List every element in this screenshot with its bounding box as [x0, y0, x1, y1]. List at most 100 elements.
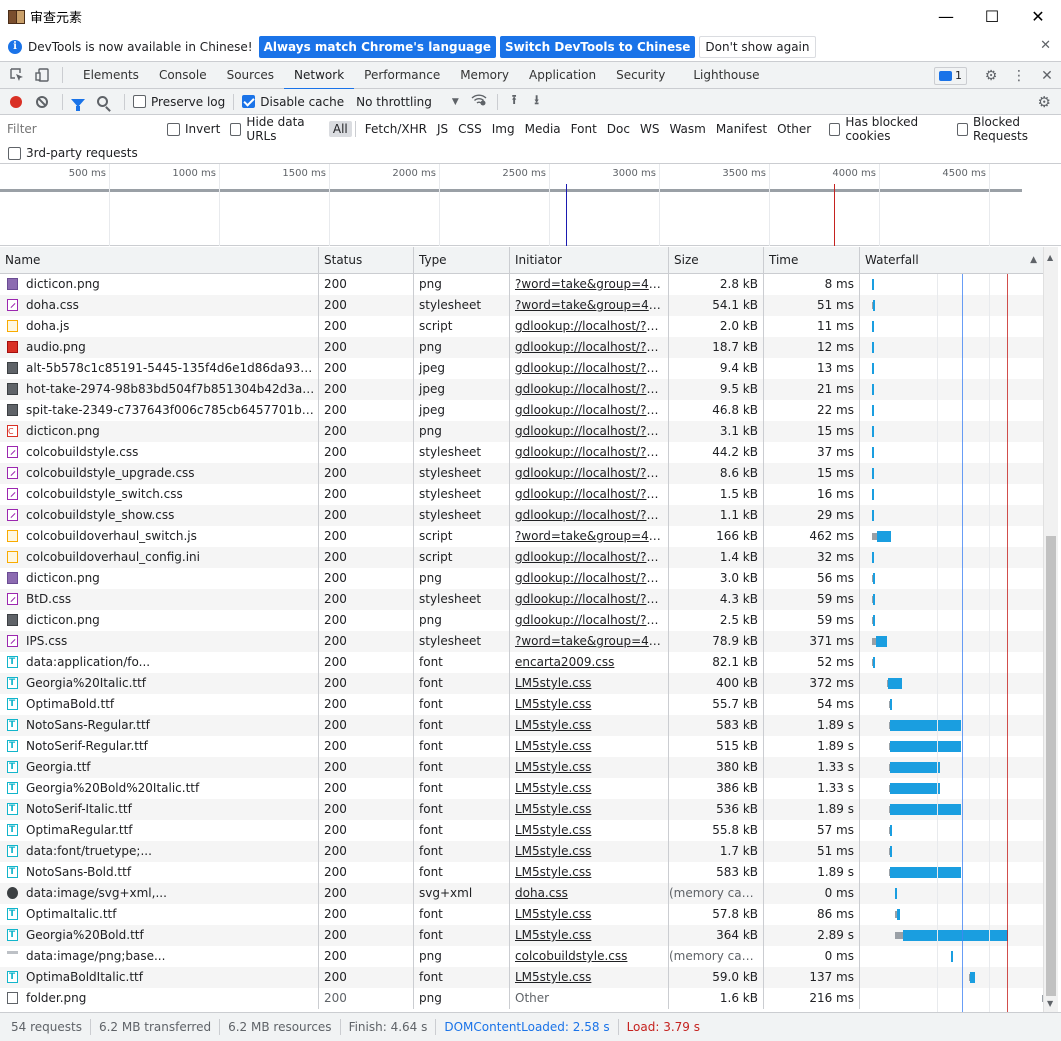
request-name-cell[interactable]: alt-5b578c1c85191-5445-135f4d6e1d86da93d…: [0, 358, 319, 379]
tab-application[interactable]: Application: [519, 62, 606, 89]
request-name-cell[interactable]: dicticon.png: [0, 421, 319, 442]
invert-box[interactable]: [167, 122, 180, 136]
has-blocked-cookies-box[interactable]: [829, 122, 841, 136]
request-name-cell[interactable]: NotoSans-Bold.ttf: [0, 862, 319, 883]
column-header-initiator[interactable]: Initiator: [510, 247, 669, 274]
table-scrollbar[interactable]: ▲ ▼: [1043, 247, 1058, 1012]
waterfall-cell[interactable]: [860, 778, 1043, 799]
request-initiator-cell[interactable]: ?word=take&group=4294...: [510, 295, 669, 316]
type-filter-doc[interactable]: Doc: [603, 121, 634, 137]
tab-lighthouse[interactable]: Lighthouse: [683, 62, 769, 89]
request-initiator-cell[interactable]: LM5style.css: [510, 841, 669, 862]
waterfall-cell[interactable]: [860, 379, 1043, 400]
request-name-cell[interactable]: IPS.css: [0, 631, 319, 652]
always-match-language-button[interactable]: Always match Chrome's language: [258, 35, 496, 58]
request-name-cell[interactable]: doha.js: [0, 316, 319, 337]
waterfall-cell[interactable]: [860, 925, 1043, 946]
clear-icon[interactable]: [36, 95, 48, 108]
request-initiator-cell[interactable]: encarta2009.css: [510, 652, 669, 673]
infobar-close-icon[interactable]: ✕: [1040, 38, 1051, 53]
settings-gear-icon[interactable]: ⚙: [977, 68, 1005, 84]
request-initiator-cell[interactable]: gdlookup://localhost/?wor...: [510, 505, 669, 526]
tab-network[interactable]: Network: [284, 62, 355, 90]
waterfall-cell[interactable]: [860, 883, 1043, 904]
table-row[interactable]: dicticon.png 200pnggdlookup://localhost/?…: [0, 610, 1043, 631]
waterfall-cell[interactable]: [860, 715, 1043, 736]
table-row[interactable]: data:image/png;base... 200 png colcobuildst…: [0, 946, 1043, 967]
request-name-cell[interactable]: data:font/truetype;...: [0, 841, 319, 862]
preserve-log-checkbox[interactable]: Preserve log: [133, 95, 225, 109]
switch-to-chinese-button[interactable]: Switch DevTools to Chinese: [499, 35, 696, 58]
sort-ascending-icon[interactable]: ▲: [1030, 247, 1037, 274]
inspect-element-icon[interactable]: [9, 67, 25, 83]
request-name-cell[interactable]: colcobuildstyle.css: [0, 442, 319, 463]
table-row[interactable]: dicticon.png 200pnggdlookup://localhost/?…: [0, 568, 1043, 589]
request-initiator-cell[interactable]: gdlookup://localhost/?wor...: [510, 484, 669, 505]
request-initiator-cell[interactable]: ?word=take&group=4294...: [510, 526, 669, 547]
request-initiator-cell[interactable]: LM5style.css: [510, 694, 669, 715]
request-name-cell[interactable]: OptimaRegular.ttf: [0, 820, 319, 841]
request-initiator-cell[interactable]: gdlookup://localhost/?wor...: [510, 421, 669, 442]
request-initiator-cell[interactable]: gdlookup://localhost/?wor...: [510, 442, 669, 463]
scrollbar-thumb[interactable]: [1046, 536, 1056, 996]
waterfall-cell[interactable]: [860, 610, 1043, 631]
column-header-type[interactable]: Type: [414, 247, 510, 274]
table-row[interactable]: colcobuildstyle.css 200 stylesheet gdlookup…: [0, 442, 1043, 463]
request-name-cell[interactable]: Georgia%20Bold.ttf: [0, 925, 319, 946]
request-name-cell[interactable]: hot-take-2974-98b83bd504f7b851304b42d3a5…: [0, 379, 319, 400]
waterfall-cell[interactable]: [860, 694, 1043, 715]
request-name-cell[interactable]: OptimaItalic.ttf: [0, 904, 319, 925]
waterfall-cell[interactable]: [860, 757, 1043, 778]
request-initiator-cell[interactable]: LM5style.css: [510, 757, 669, 778]
table-row[interactable]: colcobuildoverhaul_switch.js 200 script ?wo…: [0, 526, 1043, 547]
table-row[interactable]: hot-take-2974-98b83bd504f7b851304b42d3a5…: [0, 379, 1043, 400]
request-initiator-cell[interactable]: LM5style.css: [510, 820, 669, 841]
column-header-waterfall[interactable]: Waterfall ▲: [860, 247, 1043, 274]
request-name-cell[interactable]: BtD.css: [0, 589, 319, 610]
waterfall-cell[interactable]: [860, 526, 1043, 547]
filter-input[interactable]: [3, 120, 157, 138]
tab-memory[interactable]: Memory: [450, 62, 519, 89]
waterfall-cell[interactable]: [860, 295, 1043, 316]
waterfall-cell[interactable]: [860, 274, 1043, 295]
request-initiator-cell[interactable]: LM5style.css: [510, 967, 669, 988]
request-name-cell[interactable]: audio.png: [0, 337, 319, 358]
type-filter-img[interactable]: Img: [488, 121, 519, 137]
table-row[interactable]: NotoSerif-Italic.ttf 200fontLM5style.css5…: [0, 799, 1043, 820]
tab-console[interactable]: Console: [149, 62, 217, 89]
table-row[interactable]: data:font/truetype;... 200fontLM5style.cs…: [0, 841, 1043, 862]
request-initiator-cell[interactable]: gdlookup://localhost/?wor...: [510, 358, 669, 379]
request-initiator-cell[interactable]: doha.css: [510, 883, 669, 904]
table-row[interactable]: OptimaBoldItalic.ttf 200fontLM5style.css5…: [0, 967, 1043, 988]
throttling-caret-icon[interactable]: ▼: [452, 97, 459, 107]
request-name-cell[interactable]: dicticon.png: [0, 568, 319, 589]
request-name-cell[interactable]: colcobuildstyle_show.css: [0, 505, 319, 526]
waterfall-cell[interactable]: [860, 316, 1043, 337]
waterfall-cell[interactable]: [860, 358, 1043, 379]
request-initiator-cell[interactable]: LM5style.css: [510, 799, 669, 820]
request-initiator-cell[interactable]: ?word=take&group=4294...: [510, 274, 669, 295]
table-row[interactable]: audio.png 200 png gdlookup://localhost/?wor…: [0, 337, 1043, 358]
table-row[interactable]: NotoSans-Regular.ttf 200fontLM5style.css5…: [0, 715, 1043, 736]
request-name-cell[interactable]: data:application/fo...: [0, 652, 319, 673]
tab-sources[interactable]: Sources: [217, 62, 284, 89]
table-row[interactable]: data:image/svg+xml,... 200 svg+xml doha.css…: [0, 883, 1043, 904]
table-row[interactable]: NotoSans-Bold.ttf 200fontLM5style.css583 …: [0, 862, 1043, 883]
table-row[interactable]: alt-5b578c1c85191-5445-135f4d6e1d86da93d…: [0, 358, 1043, 379]
timeline-overview[interactable]: 500 ms 1000 ms 1500 ms 2000 ms 2500 ms 3000 m…: [0, 164, 1061, 246]
request-initiator-cell[interactable]: LM5style.css: [510, 778, 669, 799]
table-row[interactable]: colcobuildstyle_show.css 200 stylesheet gdl…: [0, 505, 1043, 526]
search-icon[interactable]: [97, 96, 108, 107]
table-row[interactable]: doha.css 200 stylesheet ?word=take&group=42…: [0, 295, 1043, 316]
waterfall-cell[interactable]: [860, 400, 1043, 421]
waterfall-cell[interactable]: [860, 337, 1043, 358]
table-row[interactable]: BtD.css 200 stylesheet gdlookup://localhost…: [0, 589, 1043, 610]
request-name-cell[interactable]: Georgia%20Bold%20Italic.ttf: [0, 778, 319, 799]
type-filter-wasm[interactable]: Wasm: [665, 121, 709, 137]
table-row[interactable]: Georgia.ttf 200fontLM5style.css380 kB1.33…: [0, 757, 1043, 778]
request-name-cell[interactable]: NotoSerif-Regular.ttf: [0, 736, 319, 757]
close-window-button[interactable]: ✕: [1015, 0, 1061, 32]
third-party-box[interactable]: [8, 146, 21, 160]
request-name-cell[interactable]: NotoSerif-Italic.ttf: [0, 799, 319, 820]
blocked-requests-box[interactable]: [956, 122, 968, 136]
